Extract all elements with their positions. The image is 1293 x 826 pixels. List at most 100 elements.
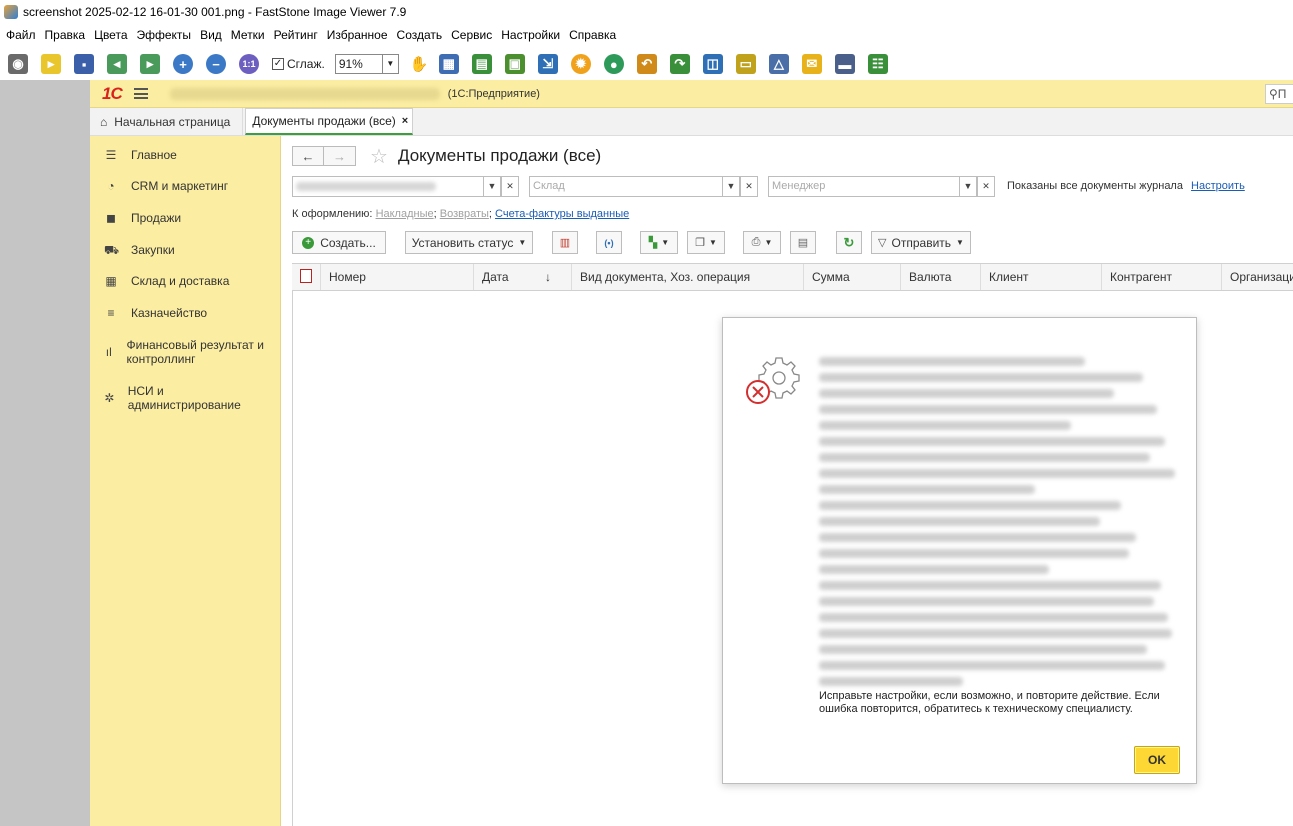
hand-tool-icon[interactable]: ✋	[409, 54, 429, 74]
chevron-down-icon: ▼	[956, 238, 964, 247]
chevron-down-icon: ▼	[382, 54, 399, 74]
thumbnails-icon[interactable]: ▤	[471, 54, 492, 74]
tab-sales-documents[interactable]: Документы продажи (все) ×	[245, 108, 414, 135]
column-header-currency[interactable]: Валюта	[900, 264, 980, 290]
adjust-colors-icon[interactable]: ✹	[570, 54, 591, 74]
actual-size-icon[interactable]: 1:1	[239, 54, 259, 74]
menu-favorites[interactable]: Избранное	[327, 28, 388, 42]
warehouse-filter[interactable]: Склад	[529, 176, 723, 197]
radio-button[interactable]: (•)	[596, 231, 622, 254]
menu-settings[interactable]: Настройки	[501, 28, 560, 42]
email-icon[interactable]: ✉	[801, 54, 822, 74]
sidebar-item-warehouse[interactable]: ▦ Склад и доставка	[104, 274, 229, 288]
crop-icon[interactable]: ▣	[504, 54, 525, 74]
zoom-in-icon[interactable]: +	[173, 54, 193, 74]
sidebar-item-crm[interactable]: ◔ CRM и маркетинг	[104, 179, 228, 193]
column-header-document-type[interactable]: Вид документа, Хоз. операция	[571, 264, 803, 290]
viewer-toolbar: ◉ ▸ ▪ ◂ ▸ + − 1:1 ✓ Сглаж. 91% ▼ ✋ ▦ ▤ ▣…	[0, 48, 1293, 80]
column-header-organization[interactable]: Организаци	[1221, 264, 1293, 290]
zoom-value: 91%	[334, 54, 383, 74]
menu-create[interactable]: Создать	[397, 28, 443, 42]
stamp-icon[interactable]: ●	[603, 54, 624, 74]
save-icon[interactable]: ▪	[74, 54, 94, 74]
window-title-bar: screenshot 2025-02-12 16-01-30 001.png -…	[0, 0, 1293, 24]
slideshow-icon[interactable]: ▦	[438, 54, 459, 74]
hamburger-menu-icon[interactable]	[133, 88, 148, 99]
invoices-link[interactable]: Накладные	[376, 208, 434, 220]
sidebar-item-nsi-admin[interactable]: ✲ НСИ и администрирование	[104, 384, 244, 412]
sidebar-item-purchases[interactable]: ⛟ Закупки	[104, 243, 175, 257]
report-icon: ▤	[797, 237, 809, 249]
prev-image-icon[interactable]: ◂	[107, 54, 127, 74]
chevron-down-icon[interactable]: ▼	[722, 176, 740, 197]
related-documents-button[interactable]: ❐ ▼	[687, 231, 725, 254]
rotate-right-icon[interactable]: ↷	[669, 54, 690, 74]
create-based-button[interactable]: ▚ ▼	[640, 231, 678, 254]
barcode-button[interactable]: ▥	[552, 231, 578, 254]
organization-filter[interactable]	[292, 176, 484, 197]
clear-filter-icon[interactable]: ✕	[501, 176, 519, 197]
column-header-counterparty[interactable]: Контрагент	[1101, 264, 1221, 290]
menu-help[interactable]: Справка	[569, 28, 616, 42]
back-button[interactable]: ←	[292, 146, 324, 166]
sidebar-item-label: Продажи	[131, 211, 182, 225]
chevron-down-icon[interactable]: ▼	[959, 176, 977, 197]
column-header-amount[interactable]: Сумма	[803, 264, 900, 290]
header-search-field[interactable]: ⚲П	[1265, 84, 1293, 104]
smooth-checkbox[interactable]: ✓ Сглаж.	[272, 57, 325, 71]
open-folder-icon[interactable]: ▸	[41, 54, 61, 74]
set-status-button[interactable]: Установить статус ▼	[405, 231, 533, 254]
menu-colors[interactable]: Цвета	[94, 28, 127, 42]
wallpaper-icon[interactable]: ▭	[735, 54, 756, 74]
sort-down-icon: ↓	[545, 270, 551, 284]
column-header-client[interactable]: Клиент	[980, 264, 1101, 290]
zoom-select[interactable]: 91% ▼	[334, 54, 399, 74]
report-button[interactable]: ▤	[790, 231, 816, 254]
clear-filter-icon[interactable]: ✕	[977, 176, 995, 197]
menu-rating[interactable]: Рейтинг	[274, 28, 318, 42]
returns-link[interactable]: Возвраты	[440, 208, 489, 220]
send-button[interactable]: ▽ Отправить ▼	[871, 231, 971, 254]
camera-icon[interactable]: ◉	[8, 54, 28, 74]
ok-button[interactable]: OK	[1134, 746, 1180, 774]
sidebar-item-main[interactable]: ☰ Главное	[104, 148, 177, 162]
sidebar-item-label: НСИ и администрирование	[127, 384, 241, 412]
next-image-icon[interactable]: ▸	[140, 54, 160, 74]
scanner-icon[interactable]: △	[768, 54, 789, 74]
configure-link[interactable]: Настроить	[1191, 180, 1245, 192]
favorite-star-icon[interactable]: ☆	[370, 144, 388, 169]
set-status-label: Установить статус	[411, 235, 514, 250]
column-header-number[interactable]: Номер	[320, 264, 473, 290]
resize-icon[interactable]: ⇲	[537, 54, 558, 74]
menu-effects[interactable]: Эффекты	[137, 28, 192, 42]
create-button[interactable]: + Создать...	[292, 231, 386, 254]
tabs-row: ⌂ Начальная страница Документы продажи (…	[90, 108, 1293, 136]
menu-file[interactable]: Файл	[6, 28, 36, 42]
clear-filter-icon[interactable]: ✕	[740, 176, 758, 197]
print-icon[interactable]: ▬	[834, 54, 855, 74]
error-dialog: Исправьте настройки, если возможно, и по…	[722, 317, 1197, 784]
close-tab-icon[interactable]: ×	[402, 115, 408, 127]
column-header-date[interactable]: Дата ↓	[473, 264, 563, 290]
refresh-button[interactable]: ↻	[836, 231, 862, 254]
menu-service[interactable]: Сервис	[451, 28, 492, 42]
zoom-out-icon[interactable]: −	[206, 54, 226, 74]
chevron-down-icon[interactable]: ▼	[483, 176, 501, 197]
forward-button[interactable]: →	[324, 146, 356, 166]
sidebar-item-financial-result[interactable]: ıl Финансовый результат и контроллинг	[104, 338, 269, 366]
issued-invoices-link[interactable]: Счета-фактуры выданные	[495, 208, 629, 220]
blurred-filter-value	[296, 182, 436, 191]
print-button[interactable]: ⎙ ▼	[743, 231, 781, 254]
compare-icon[interactable]: ◫	[702, 54, 723, 74]
menu-view[interactable]: Вид	[200, 28, 222, 42]
menu-edit[interactable]: Правка	[45, 28, 86, 42]
sidebar-item-treasury[interactable]: ≡ Казначейство	[104, 306, 207, 320]
coins-icon: ≡	[107, 306, 115, 320]
checkbox-check-icon: ✓	[272, 58, 284, 70]
sidebar-item-sales[interactable]: ◼ Продажи	[104, 211, 181, 225]
settings-icon[interactable]: ☷	[867, 54, 888, 74]
manager-filter[interactable]: Менеджер	[768, 176, 960, 197]
menu-tags[interactable]: Метки	[231, 28, 265, 42]
rotate-left-icon[interactable]: ↶	[636, 54, 657, 74]
tab-home[interactable]: ⌂ Начальная страница	[90, 108, 244, 135]
